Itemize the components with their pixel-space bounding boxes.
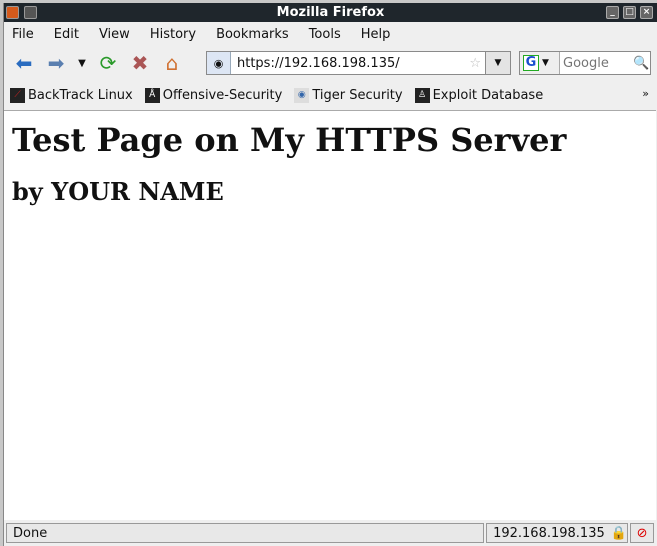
offsec-icon: Å bbox=[144, 87, 160, 103]
menu-help[interactable]: Help bbox=[361, 27, 391, 42]
page-icon: ◉ bbox=[294, 87, 310, 103]
menu-bar: File Edit View History Bookmarks Tools H… bbox=[4, 22, 657, 46]
forward-icon[interactable]: ➡ bbox=[42, 49, 70, 77]
window-menu-icon[interactable] bbox=[24, 6, 37, 19]
firefox-icon[interactable] bbox=[6, 6, 19, 19]
history-dropdown-icon[interactable]: ▼ bbox=[74, 49, 90, 77]
menu-bookmarks[interactable]: Bookmarks bbox=[216, 27, 289, 42]
menu-view[interactable]: View bbox=[99, 27, 130, 42]
lock-icon: 🔒 bbox=[610, 525, 627, 541]
page-heading: Test Page on My HTTPS Server bbox=[12, 121, 567, 159]
url-dropdown-button[interactable]: ▼ bbox=[485, 51, 511, 75]
browser-window: Mozilla Firefox _ □ × File Edit View His… bbox=[3, 3, 657, 546]
bookmark-star-icon[interactable]: ☆ bbox=[469, 56, 481, 71]
bookmarks-overflow-button[interactable]: » bbox=[642, 87, 649, 100]
status-text: Done bbox=[6, 523, 485, 543]
menu-history[interactable]: History bbox=[150, 27, 196, 42]
reload-icon[interactable]: ⟳ bbox=[94, 49, 122, 77]
google-icon: G bbox=[523, 55, 539, 71]
bookmark-tiger-security[interactable]: ◉ Tiger Security bbox=[294, 87, 403, 103]
site-identity-icon[interactable]: ◉ bbox=[207, 52, 231, 74]
title-bar: Mozilla Firefox _ □ × bbox=[4, 3, 657, 22]
bookmarks-toolbar: ⟋ BackTrack Linux Å Offensive-Security ◉ Ti… bbox=[4, 83, 657, 107]
close-button[interactable]: × bbox=[640, 6, 653, 19]
page-content: Test Page on My HTTPS Server by YOUR NAM… bbox=[4, 110, 656, 520]
back-icon[interactable]: ⬅ bbox=[10, 49, 38, 77]
bookmark-label: Offensive-Security bbox=[162, 87, 283, 103]
bookmark-label: Exploit Database bbox=[432, 87, 544, 103]
bookmark-exploit-database[interactable]: ♙ Exploit Database bbox=[414, 87, 544, 103]
stop-icon[interactable]: ✖ bbox=[126, 49, 154, 77]
menu-edit[interactable]: Edit bbox=[54, 27, 79, 42]
search-input[interactable] bbox=[563, 55, 633, 71]
navigation-toolbar: ⬅ ➡ ▼ ⟳ ✖ ⌂ ◉ https://192.168.198.135/ ☆… bbox=[4, 46, 657, 80]
minimize-button[interactable]: _ bbox=[606, 6, 619, 19]
search-bar[interactable]: G▼ 🔍 bbox=[519, 51, 651, 75]
window-title: Mozilla Firefox bbox=[276, 5, 385, 20]
search-icon[interactable]: 🔍 bbox=[633, 56, 649, 71]
menu-tools[interactable]: Tools bbox=[309, 27, 341, 42]
noscript-icon[interactable]: ⊘ bbox=[630, 523, 654, 543]
page-subheading: by YOUR NAME bbox=[12, 177, 224, 206]
search-engine-selector[interactable]: G ▼ bbox=[520, 52, 560, 74]
home-icon[interactable]: ⌂ bbox=[158, 49, 186, 77]
security-host[interactable]: 192.168.198.135 🔒 bbox=[486, 523, 629, 543]
exploit-db-icon: ♙ bbox=[414, 87, 430, 103]
bookmark-label: BackTrack Linux bbox=[28, 87, 133, 103]
bookmark-offensive-security[interactable]: Å Offensive-Security bbox=[144, 87, 283, 103]
host-text: 192.168.198.135 bbox=[493, 525, 605, 541]
menu-file[interactable]: File bbox=[12, 27, 34, 42]
url-bar[interactable]: ◉ https://192.168.198.135/ ☆ bbox=[206, 51, 486, 75]
bookmark-backtrack[interactable]: ⟋ BackTrack Linux bbox=[10, 87, 133, 103]
bookmark-label: Tiger Security bbox=[312, 87, 403, 103]
maximize-button[interactable]: □ bbox=[623, 6, 636, 19]
url-text[interactable]: https://192.168.198.135/ bbox=[237, 56, 469, 71]
backtrack-icon: ⟋ bbox=[10, 87, 25, 103]
status-bar: Done 192.168.198.135 🔒 ⊘ bbox=[4, 521, 656, 545]
